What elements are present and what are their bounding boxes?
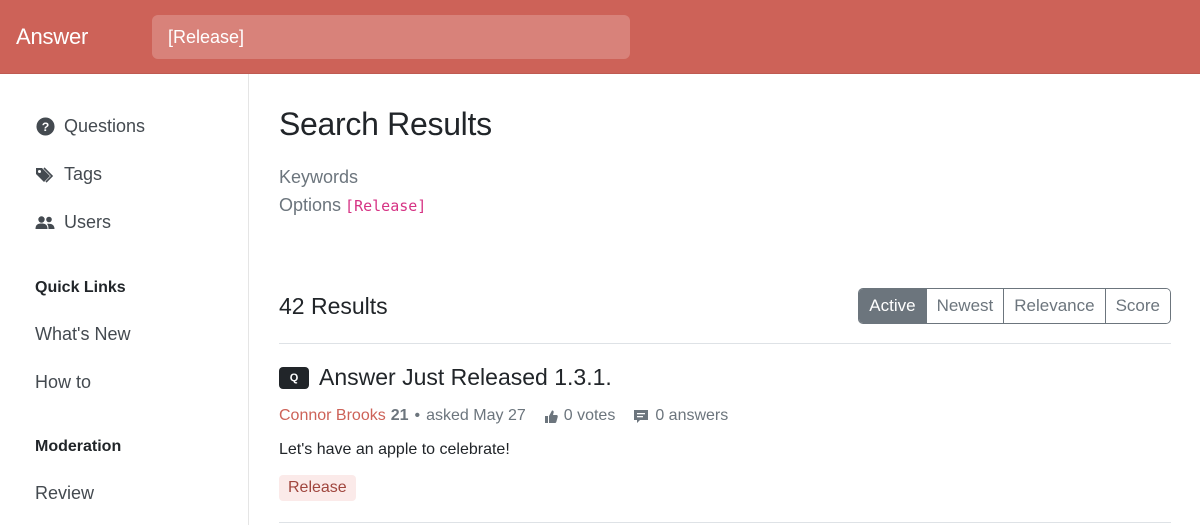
divider [279, 343, 1171, 344]
sidebar-item-review[interactable]: Review [35, 483, 94, 504]
author-link[interactable]: Connor Brooks [279, 407, 386, 425]
answers-stat: 0 answers [633, 407, 728, 425]
sidebar-item-label: Questions [64, 116, 146, 136]
comment-icon [634, 409, 649, 423]
search-input[interactable] [152, 15, 630, 59]
question-type-badge: Q [279, 366, 309, 389]
answers-count: 0 answers [655, 407, 729, 424]
result-title-row: Q Answer Just Released 1.3.1. [279, 364, 612, 391]
sidebar-item-tags[interactable]: Tags [35, 164, 102, 185]
sort-newest-button[interactable]: Newest [925, 289, 1004, 323]
results-count: 42 Results [279, 293, 388, 319]
svg-text:?: ? [41, 120, 49, 134]
meta-separator: • [414, 407, 421, 424]
quick-links-heading: Quick Links [35, 279, 126, 296]
sidebar-item-users[interactable]: Users [35, 212, 111, 233]
result-title-link[interactable]: Answer Just Released 1.3.1. [319, 364, 612, 391]
divider [279, 522, 1171, 523]
page-title: Search Results [279, 106, 492, 142]
options-value: [Release] [345, 197, 427, 215]
sidebar-item-how-to[interactable]: How to [35, 372, 91, 393]
votes-stat: 0 votes [544, 407, 616, 425]
thumbs-up-icon [544, 410, 558, 423]
tags-icon [35, 165, 55, 185]
sort-button-group: Active Newest Relevance Score [858, 288, 1171, 324]
sidebar-item-label: Tags [64, 164, 103, 184]
sort-score-button[interactable]: Score [1104, 289, 1170, 323]
result-meta: Connor Brooks 21 • asked May 27 0 votes … [279, 407, 728, 425]
asked-date: asked May 27 [426, 407, 526, 424]
sidebar-item-label: Users [64, 212, 112, 232]
options-row: Options [Release] [279, 195, 426, 216]
brand-logo[interactable]: Answer [16, 24, 88, 50]
author-reputation: 21 [390, 407, 409, 424]
users-icon [35, 213, 55, 233]
votes-count: 0 votes [563, 407, 616, 424]
sidebar: ? Questions Tags Users Quick Links What'… [0, 74, 249, 525]
sort-relevance-button[interactable]: Relevance [1003, 289, 1105, 323]
question-circle-icon: ? [35, 117, 55, 137]
sort-active-button[interactable]: Active [859, 289, 926, 323]
sidebar-item-whats-new[interactable]: What's New [35, 324, 130, 345]
sidebar-item-questions[interactable]: ? Questions [35, 116, 145, 137]
top-navbar: Answer [0, 0, 1200, 74]
keywords-label: Keywords [279, 167, 359, 187]
options-label: Options [279, 195, 342, 215]
result-excerpt: Let's have an apple to celebrate! [279, 441, 510, 458]
tag-badge[interactable]: Release [279, 475, 356, 501]
moderation-heading: Moderation [35, 438, 122, 455]
